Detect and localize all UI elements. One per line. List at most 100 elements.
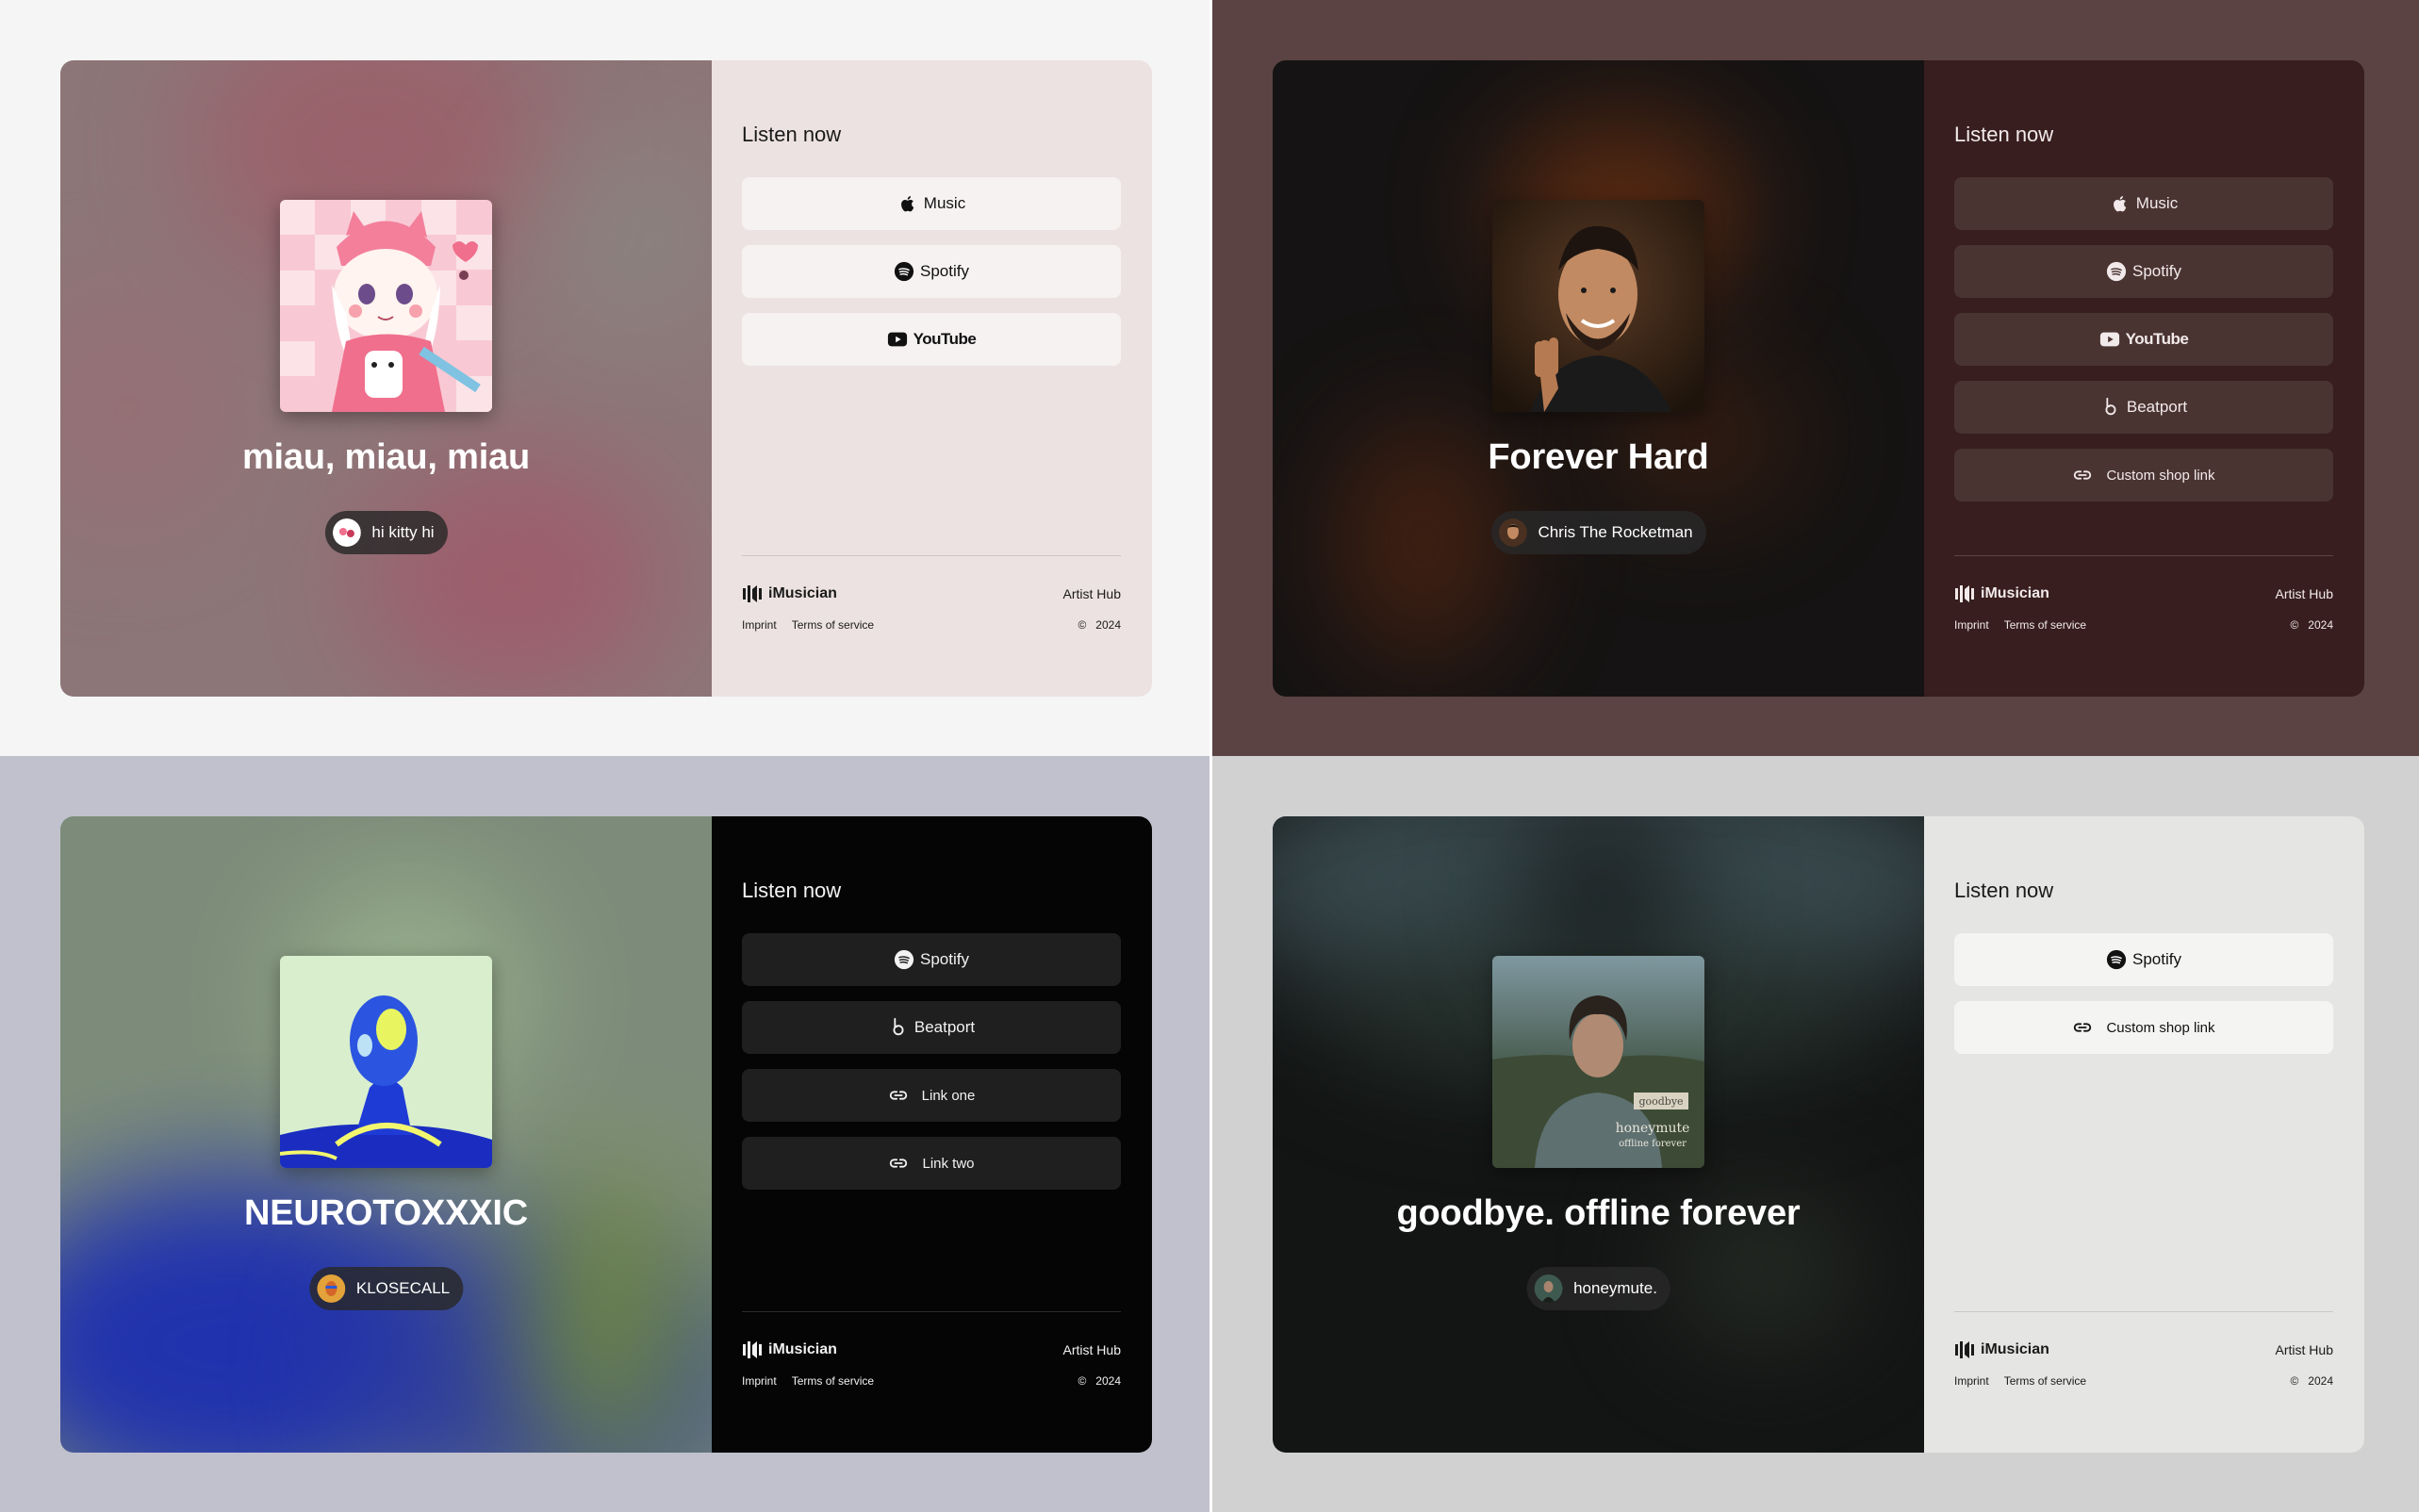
apple-music-label: Music	[2135, 194, 2179, 212]
cover-art	[280, 200, 492, 412]
spotify-button[interactable]: Spotify	[742, 245, 1121, 298]
apple-music-button[interactable]: Music	[742, 177, 1121, 230]
preview-quadrant-4: goodbye honeymute offline forever goodby…	[1212, 756, 2419, 1512]
beatport-label: Beatport	[913, 1018, 976, 1036]
imusician-brand[interactable]: iMusician	[1954, 1340, 2049, 1359]
link-one-button[interactable]: Link one	[742, 1069, 1121, 1122]
panel-footer: iMusician Artist Hub Imprint Terms of se…	[1954, 1340, 2333, 1388]
youtube-label: YouTube	[913, 330, 977, 348]
spotify-icon	[2106, 261, 2127, 282]
artist-hub-link[interactable]: Artist Hub	[1063, 1342, 1121, 1357]
imusician-brand[interactable]: iMusician	[742, 584, 837, 603]
panel-footer: iMusician Artist Hub Imprint Terms of se…	[742, 1340, 1121, 1388]
link-chain-icon	[888, 1153, 909, 1174]
imusician-logo-icon	[743, 1341, 762, 1358]
platform-links: Spotify Custom shop link	[1954, 933, 2333, 1069]
cover-art	[1492, 200, 1704, 412]
beatport-label: Beatport	[2126, 398, 2188, 416]
terms-link[interactable]: Terms of service	[2004, 1374, 2086, 1388]
listen-panel: Listen now Music Spotify YouTube iMusici…	[712, 60, 1152, 697]
cover-tag-text: goodbye	[1638, 1095, 1683, 1108]
artist-name: KLOSECALL	[355, 1279, 451, 1297]
hero-section: Forever Hard Chris The Rocketman	[1273, 60, 1924, 697]
apple-music-label: Music	[923, 194, 966, 212]
copyright-year: 2024	[1095, 1374, 1121, 1388]
panel-footer: iMusician Artist Hub Imprint Terms of se…	[742, 584, 1121, 632]
release-title: miau, miau, miau	[241, 437, 531, 477]
spotify-icon	[2106, 949, 2127, 970]
artist-avatar	[1498, 518, 1527, 547]
artist-chip[interactable]: honeymute.	[1526, 1267, 1670, 1310]
preview-quadrant-2: Forever Hard Chris The Rocketman Listen …	[1212, 0, 2419, 756]
terms-link[interactable]: Terms of service	[792, 1374, 874, 1388]
imusician-logo-icon	[1955, 585, 1974, 602]
apple-music-button[interactable]: Music	[1954, 177, 2333, 230]
hero-section: miau, miau, miau hi kitty hi	[60, 60, 712, 697]
copyright-symbol: ©	[1078, 1374, 1087, 1388]
copyright: © 2024	[2290, 618, 2333, 632]
platform-links: Music Spotify YouTube Beatport Custom sh…	[1954, 177, 2333, 517]
platform-links: Music Spotify YouTube	[742, 177, 1121, 381]
imusician-logo-icon	[743, 585, 762, 602]
beatport-button[interactable]: Beatport	[1954, 381, 2333, 434]
copyright: © 2024	[2290, 1374, 2333, 1388]
listen-panel: Listen now Music Spotify YouTube Beatpor…	[1924, 60, 2364, 697]
cover-art	[280, 956, 492, 1168]
custom-shop-link-button[interactable]: Custom shop link	[1954, 1001, 2333, 1054]
link-two-button[interactable]: Link two	[742, 1137, 1121, 1190]
copyright-year: 2024	[1095, 618, 1121, 632]
artist-hub-link[interactable]: Artist Hub	[1063, 586, 1121, 601]
link-one-label: Link one	[921, 1087, 976, 1104]
imprint-link[interactable]: Imprint	[1954, 618, 1989, 632]
spotify-button[interactable]: Spotify	[1954, 245, 2333, 298]
terms-link[interactable]: Terms of service	[792, 618, 874, 632]
link-chain-icon	[888, 1085, 909, 1106]
imprint-link[interactable]: Imprint	[742, 1374, 777, 1388]
listen-now-heading: Listen now	[1954, 123, 2054, 146]
custom-shop-link-label: Custom shop link	[2106, 1019, 2215, 1036]
copyright-year: 2024	[2308, 618, 2333, 632]
release-card: NEUROTOXXXIC KLOSECALL Listen now Spotif…	[60, 816, 1152, 1453]
artist-chip[interactable]: Chris The Rocketman	[1490, 511, 1706, 554]
cover-artist-text: honeymute	[1616, 1121, 1690, 1136]
panel-footer: iMusician Artist Hub Imprint Terms of se…	[1954, 584, 2333, 632]
copyright-year: 2024	[2308, 1374, 2333, 1388]
release-card: goodbye honeymute offline forever goodby…	[1273, 816, 2364, 1453]
imprint-link[interactable]: Imprint	[742, 618, 777, 632]
youtube-button[interactable]: YouTube	[742, 313, 1121, 366]
imusician-logo-icon	[1955, 1341, 1974, 1358]
preview-quadrant-3: NEUROTOXXXIC KLOSECALL Listen now Spotif…	[0, 756, 1210, 1512]
spotify-label: Spotify	[920, 950, 969, 968]
custom-shop-link-button[interactable]: Custom shop link	[1954, 449, 2333, 501]
artist-name: honeymute.	[1573, 1279, 1657, 1297]
terms-link[interactable]: Terms of service	[2004, 618, 2086, 632]
hero-section: NEUROTOXXXIC KLOSECALL	[60, 816, 712, 1453]
imusician-brand[interactable]: iMusician	[1954, 584, 2049, 603]
artist-chip[interactable]: hi kitty hi	[324, 511, 448, 554]
release-title: NEUROTOXXXIC	[244, 1193, 528, 1233]
artist-name: hi kitty hi	[371, 523, 435, 541]
platform-links: Spotify Beatport Link one Link two	[742, 933, 1121, 1205]
spotify-button[interactable]: Spotify	[1954, 933, 2333, 986]
listen-panel: Listen now Spotify Beatport Link one Lin…	[712, 816, 1152, 1453]
release-card: miau, miau, miau hi kitty hi Listen now …	[60, 60, 1152, 697]
footer-divider	[1954, 1311, 2333, 1312]
artist-chip[interactable]: KLOSECALL	[308, 1267, 464, 1310]
imprint-link[interactable]: Imprint	[1954, 1374, 1989, 1388]
youtube-button[interactable]: YouTube	[1954, 313, 2333, 366]
listen-now-heading: Listen now	[742, 879, 842, 902]
listen-now-heading: Listen now	[742, 123, 842, 146]
listen-now-heading: Listen now	[1954, 879, 2054, 902]
artist-hub-link[interactable]: Artist Hub	[2276, 586, 2333, 601]
youtube-play-icon	[887, 329, 908, 350]
spotify-label: Spotify	[2132, 950, 2181, 968]
beatport-button[interactable]: Beatport	[742, 1001, 1121, 1054]
imusician-brand[interactable]: iMusician	[742, 1340, 837, 1359]
spotify-button[interactable]: Spotify	[742, 933, 1121, 986]
copyright-symbol: ©	[1078, 618, 1087, 632]
apple-icon	[2110, 193, 2131, 214]
release-title: Forever Hard	[1488, 437, 1709, 477]
artist-hub-link[interactable]: Artist Hub	[2276, 1342, 2333, 1357]
cover-title-text: offline forever	[1619, 1139, 1687, 1149]
spotify-icon	[894, 949, 914, 970]
